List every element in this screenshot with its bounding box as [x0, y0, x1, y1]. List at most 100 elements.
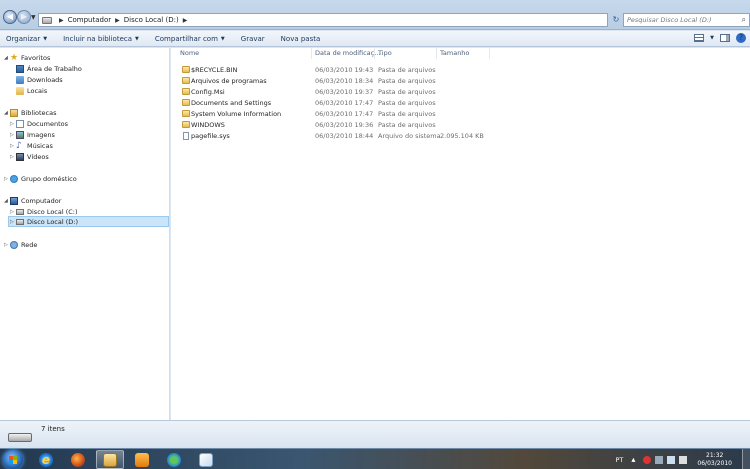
drive-icon: [16, 208, 24, 215]
file-type: Pasta de arquivos: [378, 109, 436, 118]
file-type: Pasta de arquivos: [378, 120, 436, 129]
folder-icon: [182, 121, 190, 128]
table-row[interactable]: Config.Msi 06/03/2010 19:37 Pasta de arq…: [171, 86, 491, 97]
view-options-icon[interactable]: [694, 34, 705, 42]
column-header-date[interactable]: Data de modificaç...: [315, 49, 380, 57]
nav-desktop[interactable]: Área de Trabalho: [16, 63, 82, 74]
library-icon: [10, 108, 18, 117]
taskbar-messenger[interactable]: [160, 450, 188, 469]
nav-music[interactable]: ▷ ♪ Músicas: [10, 140, 53, 151]
breadcrumb-computer[interactable]: Computador: [68, 16, 112, 24]
show-desktop-button[interactable]: [742, 449, 750, 469]
breadcrumb-drive-d[interactable]: Disco Local (D:): [124, 16, 179, 24]
clock[interactable]: 21:32 06/03/2010: [697, 452, 732, 468]
chevron-down-icon[interactable]: ▼: [710, 35, 714, 41]
homegroup-icon: [10, 174, 18, 183]
folder-icon: [182, 110, 190, 117]
file-type: Pasta de arquivos: [378, 87, 436, 96]
nav-favorites-label: Favoritos: [21, 53, 51, 62]
column-divider[interactable]: [374, 48, 375, 59]
table-row[interactable]: $RECYCLE.BIN 06/03/2010 19:43 Pasta de a…: [171, 64, 491, 75]
network-status-icon[interactable]: [667, 455, 676, 464]
nav-network-label: Rede: [21, 240, 38, 249]
nav-homegroup[interactable]: ▷ Grupo doméstico: [4, 173, 77, 184]
burn-label: Gravar: [240, 34, 265, 43]
chevron-right-icon[interactable]: ▶: [115, 17, 120, 24]
table-row[interactable]: Arquivos de programas 06/03/2010 18:34 P…: [171, 75, 491, 86]
language-indicator[interactable]: PT: [616, 456, 624, 464]
file-name: $RECYCLE.BIN: [191, 65, 238, 74]
nav-locais[interactable]: Locais: [16, 85, 47, 96]
nav-libraries[interactable]: ◢ Bibliotecas: [4, 107, 56, 118]
file-type: Pasta de arquivos: [378, 98, 436, 107]
taskbar-firefox[interactable]: [64, 450, 92, 469]
star-icon: ★: [10, 52, 19, 63]
clock-date: 06/03/2010: [697, 459, 732, 467]
column-header-name[interactable]: Nome: [180, 49, 199, 57]
taskbar-paint[interactable]: [192, 450, 220, 469]
flag-icon[interactable]: [655, 455, 664, 464]
table-row[interactable]: pagefile.sys 06/03/2010 18:44 Arquivo do…: [171, 130, 491, 141]
folder-icon: [182, 77, 190, 84]
nav-favorites[interactable]: ◢ ★ Favoritos: [4, 52, 50, 63]
nav-libraries-label: Bibliotecas: [21, 108, 57, 117]
nav-homegroup-label: Grupo doméstico: [21, 174, 77, 183]
table-row[interactable]: System Volume Information 06/03/2010 17:…: [171, 108, 491, 119]
file-list: Nome Data de modificaç... Tipo Tamanho $…: [171, 48, 750, 420]
chevron-up-icon[interactable]: ▴: [631, 455, 639, 464]
drive-icon: [16, 218, 24, 225]
internet-explorer-icon: e: [39, 452, 53, 467]
table-row[interactable]: Documents and Settings 06/03/2010 17:47 …: [171, 97, 491, 108]
nav-documents-label: Documentos: [27, 119, 69, 128]
nav-images[interactable]: ▷ Imagens: [10, 129, 55, 140]
organize-button[interactable]: Organizar ▼: [6, 35, 47, 43]
file-name: WINDOWS: [191, 120, 225, 129]
nav-drive-c-label: Disco Local (C:): [27, 207, 78, 216]
nav-documents[interactable]: ▷ Documentos: [10, 118, 68, 129]
command-bar: Organizar ▼ Incluir na biblioteca ▼ Compar…: [0, 31, 750, 47]
column-header-size[interactable]: Tamanho: [440, 49, 469, 57]
file-icon: [183, 131, 189, 140]
search-icon[interactable]: ⌕: [742, 15, 746, 25]
help-icon[interactable]: ?: [736, 33, 746, 43]
music-icon: ♪: [16, 140, 22, 151]
refresh-icon[interactable]: ↻: [611, 13, 621, 27]
folder-icon: [182, 66, 190, 73]
volume-icon[interactable]: [679, 455, 688, 464]
column-divider[interactable]: [436, 48, 437, 59]
share-button[interactable]: Compartilhar com ▼: [155, 35, 225, 43]
nav-videos-label: Vídeos: [27, 152, 49, 161]
search-box[interactable]: ⌕: [623, 13, 750, 27]
recent-pages-dropdown[interactable]: ▼: [31, 14, 36, 21]
nav-computer[interactable]: ◢ Computador: [4, 195, 61, 206]
new-folder-button[interactable]: Nova pasta: [281, 35, 321, 43]
videos-icon: [16, 152, 24, 161]
forward-button[interactable]: ▶: [17, 10, 31, 24]
back-button[interactable]: ◀: [3, 10, 17, 24]
burn-button[interactable]: Gravar: [241, 35, 265, 43]
table-row[interactable]: WINDOWS 06/03/2010 19:36 Pasta de arquiv…: [171, 119, 491, 130]
chevron-right-icon[interactable]: ▶: [183, 17, 188, 24]
include-library-button[interactable]: Incluir na biblioteca ▼: [63, 35, 139, 43]
nav-drive-d[interactable]: ▷ Disco Local (D:): [8, 216, 169, 227]
start-button[interactable]: [3, 450, 23, 469]
preview-pane-icon[interactable]: [720, 34, 730, 42]
taskbar-media-player[interactable]: [128, 450, 156, 469]
search-input[interactable]: [627, 16, 737, 24]
column-divider[interactable]: [489, 48, 490, 59]
file-type: Arquivo do sistema: [378, 131, 441, 140]
chevron-right-icon[interactable]: ▶: [59, 17, 64, 24]
details-pane: 7 itens: [0, 420, 750, 448]
address-bar[interactable]: ▶ Computador ▶ Disco Local (D:) ▶: [38, 13, 608, 27]
downloads-icon: [16, 75, 24, 84]
nav-downloads[interactable]: Downloads: [16, 74, 63, 85]
antivirus-icon[interactable]: [643, 455, 652, 464]
file-name: System Volume Information: [191, 109, 282, 118]
nav-network[interactable]: ▷ Rede: [4, 239, 37, 250]
nav-videos[interactable]: ▷ Vídeos: [10, 151, 49, 162]
column-header-type[interactable]: Tipo: [378, 49, 392, 57]
media-player-icon: [135, 452, 149, 467]
taskbar-explorer[interactable]: [96, 450, 124, 469]
column-divider[interactable]: [311, 48, 312, 59]
taskbar-ie[interactable]: e: [32, 450, 60, 469]
